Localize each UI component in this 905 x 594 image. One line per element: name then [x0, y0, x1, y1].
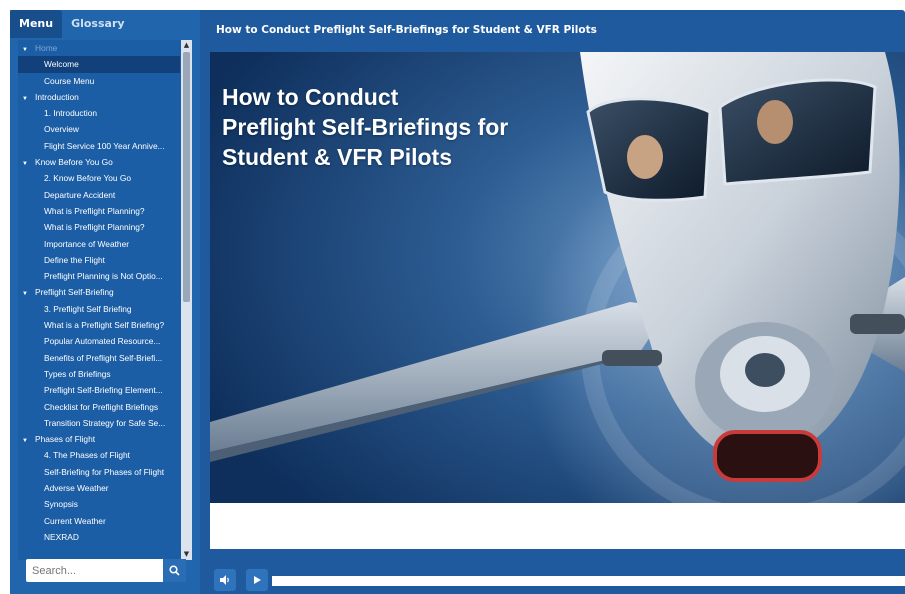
menu-item[interactable]: 4. The Phases of Flight: [18, 447, 180, 463]
menu-item-label: Preflight Planning is Not Optio...: [44, 271, 163, 282]
search-icon: [169, 565, 180, 576]
play-button[interactable]: [246, 569, 268, 591]
chevron-up-icon[interactable]: ▲: [181, 40, 192, 51]
slide-title-line-3: Student & VFR Pilots: [222, 144, 452, 170]
player-controls: [210, 549, 905, 594]
triangle-down-icon[interactable]: ▼: [22, 42, 35, 56]
menu-item-label: Phases of Flight: [35, 434, 96, 445]
menu-item-label: Synopsis: [44, 499, 78, 510]
menu-item[interactable]: Define the Flight: [18, 252, 180, 268]
menu-item-label: NEXRAD: [44, 531, 79, 542]
menu-item-label: Course Menu: [44, 75, 95, 86]
menu-item[interactable]: Flight Service 100 Year Annive...: [18, 138, 180, 154]
menu-item[interactable]: NEXRAD: [18, 529, 180, 545]
menu-section[interactable]: ▼ Home: [18, 40, 180, 56]
tab-menu[interactable]: Menu: [10, 10, 63, 38]
menu-item[interactable]: Popular Automated Resource...: [18, 333, 180, 349]
menu-item-label: What is Preflight Planning?: [44, 205, 145, 216]
menu-item-label: Define the Flight: [44, 254, 105, 265]
menu-item-label: Current Weather: [44, 515, 106, 526]
menu-item[interactable]: Synopsis: [18, 496, 180, 512]
menu-item[interactable]: Preflight Planning is Not Optio...: [18, 268, 180, 284]
menu-item-label: What is Preflight Planning?: [44, 222, 145, 233]
menu-item[interactable]: Departure Accident: [18, 187, 180, 203]
menu-item[interactable]: Types of Briefings: [18, 366, 180, 382]
tab-glossary[interactable]: Glossary: [62, 10, 133, 38]
slide-title: How to Conduct Preflight Self-Briefings …: [222, 82, 582, 172]
menu-item-label: Popular Automated Resource...: [44, 336, 161, 347]
menu-item-label: Preflight Self-Briefing Element...: [44, 385, 163, 396]
search-input[interactable]: [26, 559, 162, 582]
menu-item-label: Adverse Weather: [44, 483, 109, 494]
menu-item[interactable]: What is a Preflight Self Briefing?: [18, 317, 180, 333]
progress-bar[interactable]: [272, 576, 905, 586]
menu-item-label: Preflight Self-Briefing: [35, 287, 114, 298]
slide-title-line-2: Preflight Self-Briefings for: [222, 114, 509, 140]
course-title: How to Conduct Preflight Self-Briefings …: [216, 24, 597, 36]
menu-item-label: 3. Preflight Self Briefing: [44, 303, 132, 314]
triangle-down-icon[interactable]: ▼: [22, 433, 35, 447]
menu-item-label: What is a Preflight Self Briefing?: [44, 320, 165, 331]
menu-section[interactable]: ▼ Preflight Self-Briefing: [18, 284, 180, 300]
menu-item[interactable]: Importance of Weather: [18, 236, 180, 252]
menu-item[interactable]: What is Preflight Planning?: [18, 203, 180, 219]
menu-item[interactable]: Course Menu: [18, 73, 180, 89]
menu-scrollbar[interactable]: ▲ ▼: [181, 40, 192, 560]
menu-item-label: Introduction: [35, 91, 79, 102]
play-icon: [254, 576, 261, 584]
menu-item-label: Flight Service 100 Year Annive...: [44, 140, 165, 151]
search-button[interactable]: [163, 559, 186, 582]
volume-icon: [220, 575, 229, 585]
menu-item-label: Know Before You Go: [35, 157, 113, 168]
menu-item-label: Transition Strategy for Safe Se...: [44, 417, 166, 428]
menu-item-label: Self-Briefing for Phases of Flight: [44, 466, 165, 477]
scroll-thumb[interactable]: [183, 52, 190, 302]
menu-item[interactable]: 1. Introduction: [18, 105, 180, 121]
sidebar: Menu Glossary ▼ Home Welcome Course Menu ▼ In…: [10, 10, 200, 594]
menu-item-label: 2. Know Before You Go: [44, 173, 132, 184]
menu-item[interactable]: 3. Preflight Self Briefing: [18, 301, 180, 317]
menu-item-label: Importance of Weather: [44, 238, 130, 249]
menu-item[interactable]: What is Preflight Planning?: [18, 219, 180, 235]
menu-item-label: Overview: [44, 124, 79, 135]
menu-list: ▼ Home Welcome Course Menu ▼ Introduction 1. I…: [18, 40, 192, 560]
volume-button[interactable]: [214, 569, 236, 591]
menu-items: ▼ Home Welcome Course Menu ▼ Introduction 1. I…: [18, 40, 180, 545]
search-box: [26, 559, 186, 582]
menu-item[interactable]: Preflight Self-Briefing Element...: [18, 382, 180, 398]
menu-item-label: 1. Introduction: [44, 108, 98, 119]
triangle-down-icon[interactable]: ▼: [22, 156, 35, 170]
sidebar-tabs: Menu Glossary: [10, 10, 200, 40]
course-player: Menu Glossary ▼ Home Welcome Course Menu ▼ In…: [10, 10, 905, 594]
menu-item[interactable]: 2. Know Before You Go: [18, 170, 180, 186]
menu-item-label: Home: [35, 43, 58, 53]
triangle-down-icon[interactable]: ▼: [22, 286, 35, 300]
menu-item[interactable]: Current Weather: [18, 513, 180, 529]
menu-item[interactable]: Adverse Weather: [18, 480, 180, 496]
menu-section[interactable]: ▼ Know Before You Go: [18, 154, 180, 170]
slide-stage: How to Conduct Preflight Self-Briefings …: [210, 52, 905, 549]
hero-image: How to Conduct Preflight Self-Briefings …: [210, 52, 905, 503]
menu-section[interactable]: ▼ Phases of Flight: [18, 431, 180, 447]
menu-item[interactable]: Overview: [18, 121, 180, 137]
menu-item-label: 4. The Phases of Flight: [44, 450, 130, 461]
menu-item[interactable]: Benefits of Preflight Self-Briefi...: [18, 350, 180, 366]
menu-item-label: Benefits of Preflight Self-Briefi...: [44, 352, 163, 363]
menu-item-label: Departure Accident: [44, 189, 116, 200]
menu-item[interactable]: Transition Strategy for Safe Se...: [18, 415, 180, 431]
slide-title-line-1: How to Conduct: [222, 84, 399, 110]
menu-item-label: Welcome: [44, 59, 79, 70]
menu-item[interactable]: Checklist for Preflight Briefings: [18, 399, 180, 415]
menu-section[interactable]: ▼ Introduction: [18, 89, 180, 105]
menu-item[interactable]: Self-Briefing for Phases of Flight: [18, 464, 180, 480]
menu-item-label: Types of Briefings: [44, 368, 111, 379]
menu-item[interactable]: Welcome: [18, 56, 180, 73]
menu-item-label: Checklist for Preflight Briefings: [44, 401, 159, 412]
triangle-down-icon[interactable]: ▼: [22, 91, 35, 105]
